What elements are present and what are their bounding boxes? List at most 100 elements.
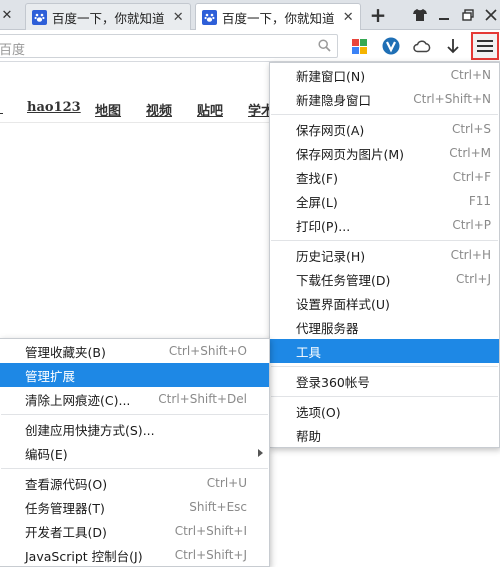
submenu-item-encoding[interactable]: 编码(E) [0, 441, 269, 465]
menu-item-login-360[interactable]: 登录360帐号 [270, 369, 499, 393]
nav-divider [0, 122, 270, 123]
close-icon[interactable]: ✕ [172, 10, 184, 25]
address-input-value[interactable]: 百度 [0, 39, 25, 58]
main-menu-button[interactable] [471, 32, 499, 60]
menu-item-shortcut: Ctrl+J [456, 272, 491, 286]
menu-item-shortcut: Shift+Esc [189, 500, 247, 514]
nav-link-tieba[interactable]: 贴吧 [197, 100, 223, 119]
menu-item-shortcut: Ctrl+Shift+I [174, 524, 247, 538]
submenu-item-manage-extensions[interactable]: 管理扩展 [0, 363, 269, 387]
menu-item-label: 保存网页为图片(M) [296, 146, 405, 162]
menu-item-label: 编码(E) [25, 446, 68, 462]
menu-separator [1, 414, 268, 415]
menu-item-label: 新建隐身窗口 [296, 92, 372, 108]
menu-item-label: 全屏(L) [296, 194, 338, 210]
menu-item-label: 清除上网痕迹(C)... [25, 392, 131, 408]
menu-item-save-page[interactable]: 保存网页(A) Ctrl+S [270, 117, 499, 141]
new-tab-button[interactable]: + [365, 3, 391, 27]
window-close-button[interactable] [478, 3, 500, 27]
tab-2-active[interactable]: 百度一下，你就知道 ✕ [195, 3, 361, 31]
menu-item-label: 设置界面样式(U) [296, 296, 390, 312]
download-icon [447, 39, 459, 54]
minimize-icon [439, 18, 449, 20]
menu-item-label: 开发者工具(D) [25, 524, 107, 540]
menu-item-label: 管理扩展 [25, 368, 76, 384]
menu-item-shortcut: Ctrl+N [450, 68, 491, 82]
menu-item-fullscreen[interactable]: 全屏(L) F11 [270, 189, 499, 213]
chevron-right-icon [258, 449, 263, 457]
download-button[interactable] [440, 34, 466, 58]
menu-item-label: 帮助 [296, 428, 322, 444]
menu-item-label: 工具 [296, 344, 322, 360]
restore-icon [462, 9, 474, 21]
menu-item-label: 创建应用快捷方式(S)... [25, 422, 155, 438]
close-icon: ✕ [1, 7, 13, 23]
tools-submenu: 管理收藏夹(B) Ctrl+Shift+O 管理扩展 清除上网痕迹(C)... … [0, 338, 270, 567]
menu-item-label: 下载任务管理(D) [296, 272, 391, 288]
submenu-item-javascript-console[interactable]: JavaScript 控制台(J) Ctrl+Shift+J [0, 543, 269, 567]
menu-item-label: 代理服务器 [296, 320, 359, 336]
menu-item-new-window[interactable]: 新建窗口(N) Ctrl+N [270, 63, 499, 87]
menu-item-new-incognito-window[interactable]: 新建隐身窗口 Ctrl+Shift+N [270, 87, 499, 111]
menu-item-label: 保存网页(A) [296, 122, 365, 138]
menu-item-proxy-server[interactable]: 代理服务器 [270, 315, 499, 339]
menu-item-label: 任务管理器(T) [25, 500, 105, 516]
tab-close-button-left[interactable]: ✕ [0, 3, 20, 27]
nav-link-video[interactable]: 视频 [146, 100, 172, 119]
menu-item-interface-style[interactable]: 设置界面样式(U) [270, 291, 499, 315]
menu-item-label: 查看源代码(O) [25, 476, 108, 492]
menu-item-shortcut: Ctrl+P [452, 218, 491, 232]
menu-separator [271, 114, 498, 115]
menu-item-label: 管理收藏夹(B) [25, 344, 106, 360]
plus-icon: + [369, 3, 387, 27]
menu-item-shortcut: Ctrl+M [449, 146, 491, 160]
menu-item-shortcut: F11 [468, 194, 491, 208]
cloud-icon [413, 40, 431, 53]
menu-item-shortcut: Ctrl+F [452, 170, 491, 184]
submenu-item-clear-browsing-data[interactable]: 清除上网痕迹(C)... Ctrl+Shift+Del [0, 387, 269, 411]
skin-button[interactable] [407, 3, 433, 27]
menu-item-save-as-image[interactable]: 保存网页为图片(M) Ctrl+M [270, 141, 499, 165]
menu-item-shortcut: Ctrl+H [450, 248, 491, 262]
menu-separator [271, 240, 498, 241]
extension-v-button[interactable] [378, 34, 404, 58]
menu-item-label: 历史记录(H) [296, 248, 366, 264]
apps-grid-icon [351, 38, 367, 54]
menu-item-shortcut: Ctrl+Shift+J [174, 548, 247, 562]
address-bar[interactable]: 百度 [0, 34, 338, 58]
submenu-item-developer-tools[interactable]: 开发者工具(D) Ctrl+Shift+I [0, 519, 269, 543]
menu-item-options[interactable]: 选项(O) [270, 399, 499, 423]
menu-separator [271, 366, 498, 367]
minimize-button[interactable] [431, 3, 457, 27]
menu-item-shortcut: Ctrl+S [451, 122, 491, 136]
close-icon[interactable]: ✕ [342, 10, 354, 25]
submenu-item-manage-favorites[interactable]: 管理收藏夹(B) Ctrl+Shift+O [0, 339, 269, 363]
menu-item-shortcut: Ctrl+Shift+N [413, 92, 491, 106]
apps-button[interactable] [346, 34, 372, 58]
submenu-item-create-app-shortcut[interactable]: 创建应用快捷方式(S)... [0, 417, 269, 441]
search-icon[interactable] [318, 39, 331, 55]
tab-bar: ✕ 百度一下，你就知道 ✕ 百度一下，你就知道 ✕ + [0, 0, 500, 31]
cut-off-link-fragment [0, 100, 3, 114]
submenu-item-task-manager[interactable]: 任务管理器(T) Shift+Esc [0, 495, 269, 519]
menu-item-tools[interactable]: 工具 [270, 339, 499, 363]
nav-link-map[interactable]: 地图 [95, 100, 121, 119]
nav-link-hao123[interactable]: hao123 [27, 100, 81, 115]
menu-item-print[interactable]: 打印(P)... Ctrl+P [270, 213, 499, 237]
submenu-item-view-source[interactable]: 查看源代码(O) Ctrl+U [0, 471, 269, 495]
menu-item-history[interactable]: 历史记录(H) Ctrl+H [270, 243, 499, 267]
menu-item-downloads[interactable]: 下载任务管理(D) Ctrl+J [270, 267, 499, 291]
menu-item-label: 打印(P)... [296, 218, 351, 234]
close-icon [485, 9, 497, 21]
menu-item-label: 登录360帐号 [296, 374, 370, 390]
menu-item-label: 查找(F) [296, 170, 338, 186]
shirt-icon [413, 9, 427, 21]
menu-separator [1, 468, 268, 469]
menu-item-find[interactable]: 查找(F) Ctrl+F [270, 165, 499, 189]
menu-item-help[interactable]: 帮助 [270, 423, 499, 447]
cloud-sync-button[interactable] [409, 34, 435, 58]
tab-1[interactable]: 百度一下，你就知道 ✕ [25, 3, 191, 30]
hamburger-menu-icon [477, 40, 493, 52]
v-shield-icon [382, 37, 400, 55]
main-menu: 新建窗口(N) Ctrl+N 新建隐身窗口 Ctrl+Shift+N 保存网页(… [269, 62, 500, 448]
